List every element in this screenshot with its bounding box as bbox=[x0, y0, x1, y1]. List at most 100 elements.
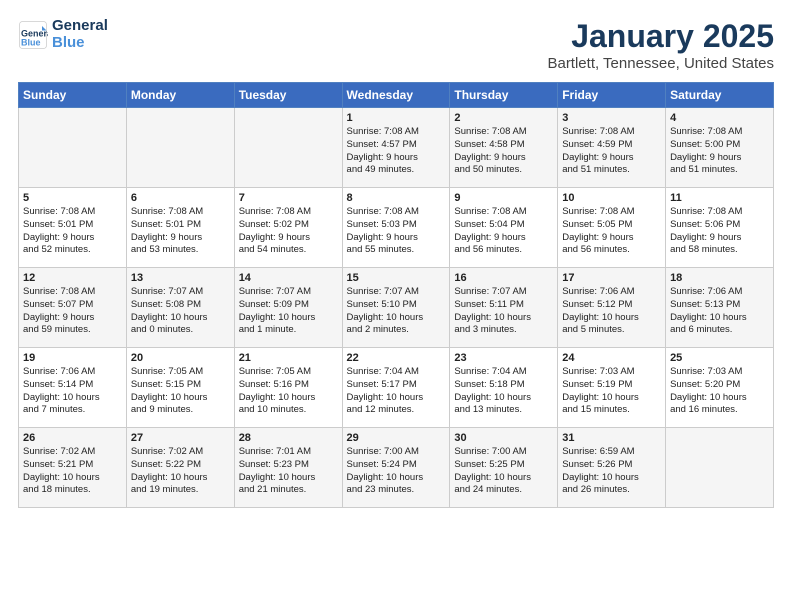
day-number: 5 bbox=[23, 192, 122, 204]
day-info: Sunrise: 7:07 AM Sunset: 5:10 PM Dayligh… bbox=[347, 286, 446, 337]
day-number: 4 bbox=[670, 112, 769, 124]
day-info: Sunrise: 7:08 AM Sunset: 5:01 PM Dayligh… bbox=[131, 206, 230, 257]
day-number: 10 bbox=[562, 192, 661, 204]
day-number: 29 bbox=[347, 432, 446, 444]
calendar-week-row: 19Sunrise: 7:06 AM Sunset: 5:14 PM Dayli… bbox=[19, 348, 774, 428]
day-number: 9 bbox=[454, 192, 553, 204]
day-number: 8 bbox=[347, 192, 446, 204]
day-info: Sunrise: 7:01 AM Sunset: 5:23 PM Dayligh… bbox=[239, 446, 338, 497]
day-info: Sunrise: 7:06 AM Sunset: 5:14 PM Dayligh… bbox=[23, 366, 122, 417]
day-info: Sunrise: 7:08 AM Sunset: 4:59 PM Dayligh… bbox=[562, 126, 661, 177]
day-info: Sunrise: 7:07 AM Sunset: 5:11 PM Dayligh… bbox=[454, 286, 553, 337]
calendar-cell bbox=[666, 428, 774, 508]
calendar-week-row: 5 Sunrise: 7:08 AM Sunset: 5:01 PM Daylig… bbox=[19, 188, 774, 268]
day-number: 22 bbox=[347, 352, 446, 364]
calendar-cell: 9 Sunrise: 7:08 AM Sunset: 5:04 PM Daylig… bbox=[450, 188, 558, 268]
weekday-header: Tuesday bbox=[234, 83, 342, 108]
calendar-cell: 23 Sunrise: 7:04 AM Sunset: 5:18 PM Dayli… bbox=[450, 348, 558, 428]
weekday-header: Friday bbox=[558, 83, 666, 108]
day-number: 2 bbox=[454, 112, 553, 124]
day-number: 31 bbox=[562, 432, 661, 444]
day-info: Sunrise: 7:03 AM Sunset: 5:19 PM Dayligh… bbox=[562, 366, 661, 417]
weekday-header: Thursday bbox=[450, 83, 558, 108]
day-info: Sunrise: 7:08 AM Sunset: 5:03 PM Dayligh… bbox=[347, 206, 446, 257]
day-info: Sunrise: 7:05 AM Sunset: 5:15 PM Dayligh… bbox=[131, 366, 230, 417]
logo: General Blue General Blue bbox=[18, 18, 108, 51]
day-info: Sunrise: 7:08 AM Sunset: 5:02 PM Dayligh… bbox=[239, 206, 338, 257]
calendar-cell: 2 Sunrise: 7:08 AM Sunset: 4:58 PM Daylig… bbox=[450, 108, 558, 188]
day-number: 26 bbox=[23, 432, 122, 444]
weekday-header: Monday bbox=[126, 83, 234, 108]
calendar-cell: 5 Sunrise: 7:08 AM Sunset: 5:01 PM Daylig… bbox=[19, 188, 127, 268]
weekday-header: Wednesday bbox=[342, 83, 450, 108]
calendar-cell: 15 Sunrise: 7:07 AM Sunset: 5:10 PM Dayli… bbox=[342, 268, 450, 348]
calendar-cell: 10 Sunrise: 7:08 AM Sunset: 5:05 PM Dayli… bbox=[558, 188, 666, 268]
day-info: Sunrise: 7:08 AM Sunset: 5:04 PM Dayligh… bbox=[454, 206, 553, 257]
day-info: Sunrise: 7:07 AM Sunset: 5:09 PM Dayligh… bbox=[239, 286, 338, 337]
day-number: 13 bbox=[131, 272, 230, 284]
day-info: Sunrise: 7:03 AM Sunset: 5:20 PM Dayligh… bbox=[670, 366, 769, 417]
calendar-cell: 24 Sunrise: 7:03 AM Sunset: 5:19 PM Dayli… bbox=[558, 348, 666, 428]
weekday-header: Saturday bbox=[666, 83, 774, 108]
day-info: Sunrise: 7:06 AM Sunset: 5:13 PM Dayligh… bbox=[670, 286, 769, 337]
calendar-cell bbox=[126, 108, 234, 188]
day-info: Sunrise: 7:02 AM Sunset: 5:22 PM Dayligh… bbox=[131, 446, 230, 497]
day-number: 15 bbox=[347, 272, 446, 284]
day-info: Sunrise: 7:07 AM Sunset: 5:08 PM Dayligh… bbox=[131, 286, 230, 337]
calendar-cell: 14 Sunrise: 7:07 AM Sunset: 5:09 PM Dayli… bbox=[234, 268, 342, 348]
calendar-cell: 26 Sunrise: 7:02 AM Sunset: 5:21 PM Dayli… bbox=[19, 428, 127, 508]
day-number: 20 bbox=[131, 352, 230, 364]
day-info: Sunrise: 7:04 AM Sunset: 5:17 PM Dayligh… bbox=[347, 366, 446, 417]
calendar-cell: 3 Sunrise: 7:08 AM Sunset: 4:59 PM Daylig… bbox=[558, 108, 666, 188]
day-info: Sunrise: 7:04 AM Sunset: 5:18 PM Dayligh… bbox=[454, 366, 553, 417]
calendar-cell: 28 Sunrise: 7:01 AM Sunset: 5:23 PM Dayli… bbox=[234, 428, 342, 508]
calendar-table: SundayMondayTuesdayWednesdayThursdayFrid… bbox=[18, 82, 774, 508]
day-info: Sunrise: 7:08 AM Sunset: 5:01 PM Dayligh… bbox=[23, 206, 122, 257]
day-info: Sunrise: 7:08 AM Sunset: 4:57 PM Dayligh… bbox=[347, 126, 446, 177]
weekday-header-row: SundayMondayTuesdayWednesdayThursdayFrid… bbox=[19, 83, 774, 108]
day-number: 18 bbox=[670, 272, 769, 284]
calendar-cell: 19Sunrise: 7:06 AM Sunset: 5:14 PM Dayli… bbox=[19, 348, 127, 428]
day-number: 28 bbox=[239, 432, 338, 444]
calendar-subtitle: Bartlett, Tennessee, United States bbox=[547, 55, 774, 72]
day-info: Sunrise: 7:08 AM Sunset: 5:00 PM Dayligh… bbox=[670, 126, 769, 177]
calendar-cell: 31Sunrise: 6:59 AM Sunset: 5:26 PM Dayli… bbox=[558, 428, 666, 508]
day-info: Sunrise: 7:08 AM Sunset: 5:05 PM Dayligh… bbox=[562, 206, 661, 257]
calendar-cell: 20 Sunrise: 7:05 AM Sunset: 5:15 PM Dayli… bbox=[126, 348, 234, 428]
calendar-cell: 21 Sunrise: 7:05 AM Sunset: 5:16 PM Dayli… bbox=[234, 348, 342, 428]
title-block: January 2025 Bartlett, Tennessee, United… bbox=[547, 18, 774, 72]
calendar-cell: 27 Sunrise: 7:02 AM Sunset: 5:22 PM Dayli… bbox=[126, 428, 234, 508]
calendar-cell: 30Sunrise: 7:00 AM Sunset: 5:25 PM Dayli… bbox=[450, 428, 558, 508]
calendar-cell: 25Sunrise: 7:03 AM Sunset: 5:20 PM Dayli… bbox=[666, 348, 774, 428]
logo-icon: General Blue bbox=[18, 20, 48, 50]
day-number: 3 bbox=[562, 112, 661, 124]
day-number: 24 bbox=[562, 352, 661, 364]
calendar-cell: 18 Sunrise: 7:06 AM Sunset: 5:13 PM Dayli… bbox=[666, 268, 774, 348]
weekday-header: Sunday bbox=[19, 83, 127, 108]
day-number: 30 bbox=[454, 432, 553, 444]
day-number: 21 bbox=[239, 352, 338, 364]
day-number: 17 bbox=[562, 272, 661, 284]
calendar-page: General Blue General Blue January 2025 B… bbox=[0, 0, 792, 518]
svg-text:Blue: Blue bbox=[21, 37, 41, 47]
day-number: 23 bbox=[454, 352, 553, 364]
calendar-cell: 29 Sunrise: 7:00 AM Sunset: 5:24 PM Dayli… bbox=[342, 428, 450, 508]
day-number: 27 bbox=[131, 432, 230, 444]
calendar-cell: 22 Sunrise: 7:04 AM Sunset: 5:17 PM Dayli… bbox=[342, 348, 450, 428]
day-info: Sunrise: 7:00 AM Sunset: 5:24 PM Dayligh… bbox=[347, 446, 446, 497]
calendar-cell: 11Sunrise: 7:08 AM Sunset: 5:06 PM Dayli… bbox=[666, 188, 774, 268]
calendar-cell: 1Sunrise: 7:08 AM Sunset: 4:57 PM Daylig… bbox=[342, 108, 450, 188]
day-info: Sunrise: 7:05 AM Sunset: 5:16 PM Dayligh… bbox=[239, 366, 338, 417]
day-number: 14 bbox=[239, 272, 338, 284]
day-number: 6 bbox=[131, 192, 230, 204]
calendar-cell bbox=[234, 108, 342, 188]
calendar-cell: 8 Sunrise: 7:08 AM Sunset: 5:03 PM Daylig… bbox=[342, 188, 450, 268]
day-info: Sunrise: 7:08 AM Sunset: 4:58 PM Dayligh… bbox=[454, 126, 553, 177]
day-info: Sunrise: 7:06 AM Sunset: 5:12 PM Dayligh… bbox=[562, 286, 661, 337]
day-info: Sunrise: 7:08 AM Sunset: 5:07 PM Dayligh… bbox=[23, 286, 122, 337]
day-info: Sunrise: 7:02 AM Sunset: 5:21 PM Dayligh… bbox=[23, 446, 122, 497]
calendar-cell: 17 Sunrise: 7:06 AM Sunset: 5:12 PM Dayli… bbox=[558, 268, 666, 348]
calendar-cell: 12Sunrise: 7:08 AM Sunset: 5:07 PM Dayli… bbox=[19, 268, 127, 348]
day-info: Sunrise: 7:08 AM Sunset: 5:06 PM Dayligh… bbox=[670, 206, 769, 257]
calendar-cell: 6 Sunrise: 7:08 AM Sunset: 5:01 PM Daylig… bbox=[126, 188, 234, 268]
